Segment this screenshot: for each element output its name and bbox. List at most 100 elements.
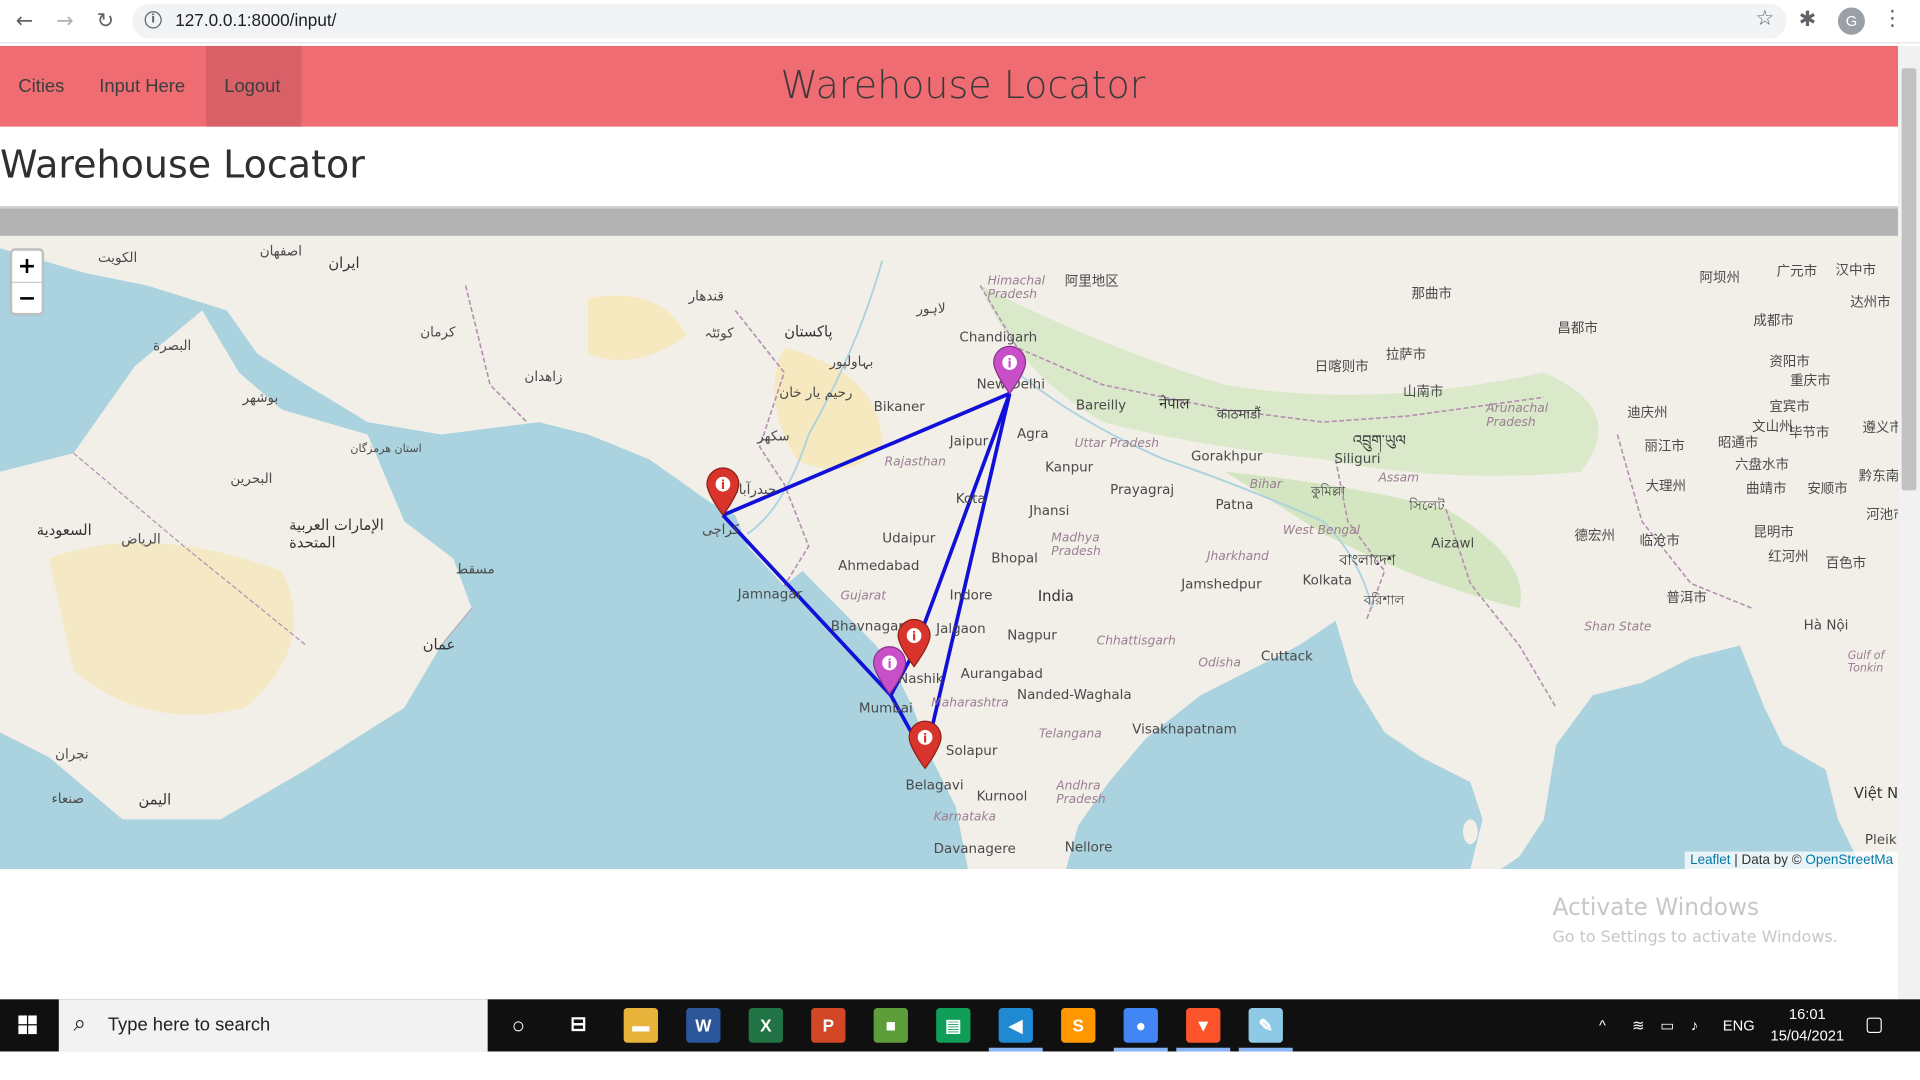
file-explorer-icon[interactable]: ▬ [623,1008,658,1043]
city-label: البصرة [153,337,192,354]
region-label: Karnataka [933,810,997,825]
city-label: Jaipur [949,433,989,450]
powerpoint-icon[interactable]: P [811,1008,846,1043]
show-hidden-icons-icon[interactable]: ^ [1599,999,1606,1051]
nav-link-logout[interactable]: Logout [205,45,302,127]
city-label: Aizawl [1431,535,1475,552]
city-label: 资阳市 [1769,353,1810,370]
notification-icon[interactable]: ▢ [1865,999,1884,1051]
browser-menu-icon[interactable]: ⋮ [1882,6,1903,31]
osm-link[interactable]: OpenStreetMa [1805,853,1893,868]
scrollbar-thumb[interactable] [1901,68,1917,491]
paint-icon[interactable]: ✎ [1248,1008,1283,1043]
map-attribution: Leaflet | Data by © OpenStreetMa [1685,851,1898,869]
warehouse-marker-karachi[interactable]: i [705,467,742,517]
city-label: 曲靖市 [1746,480,1787,497]
city-label: Belagavi [905,777,964,794]
city-label: 日喀则市 [1314,358,1369,375]
leaflet-link[interactable]: Leaflet [1690,853,1730,868]
city-label: مسقط [455,561,495,578]
network-icon[interactable]: ≋ [1632,999,1644,1051]
forward-icon[interactable]: → [51,7,78,34]
country-label: پاکستان [784,322,833,341]
city-label: Bhavnagar [830,618,904,635]
nav-link-cities[interactable]: Cities [0,46,83,127]
profile-avatar[interactable]: G [1837,7,1865,35]
city-label: Nagpur [1007,626,1057,644]
activation-watermark-title: Activate Windows [1552,893,1760,922]
warehouse-marker-belagavi[interactable]: i [907,720,944,770]
city-label: Davanagere [933,840,1016,857]
city-label: 红河州 [1768,548,1809,565]
region-label: Gujarat [840,589,887,604]
store-icon[interactable]: ■ [873,1008,908,1043]
city-label: اصفهان [259,243,302,260]
sheets-icon[interactable]: ▤ [936,1008,971,1043]
city-label: Chandigarh [959,328,1038,346]
region-label: Bihar [1249,477,1282,492]
back-icon[interactable]: ← [11,7,38,34]
city-label: 毕节市 [1788,424,1830,441]
word-icon[interactable]: W [686,1008,721,1043]
zoom-out-button[interactable]: − [12,283,41,314]
city-label: البحرين [230,470,273,487]
city-label: 昆明市 [1753,523,1794,541]
windows-taskbar: ⌕ Type here to search ○ ⊟ ▬ W X P ■ ▤ ◀ S ● ▼ ✎ ^ … [0,999,1920,1052]
hub-marker-newdelhi[interactable]: i [991,345,1028,395]
top-navbar: Cities Input Here Logout Warehouse Locat… [0,45,1898,127]
attribution-separator: | Data by © [1730,852,1806,868]
nav-link-input-here[interactable]: Input Here [81,46,204,127]
brave-icon[interactable]: ▼ [1186,1008,1221,1043]
country-label: India [1037,587,1074,605]
battery-icon[interactable]: ▭ [1660,999,1674,1051]
city-label: 阿坝州 [1699,269,1740,286]
bookmark-star-icon[interactable]: ☆ [1756,6,1775,31]
page-scrollbar[interactable] [1897,45,1920,1000]
city-label: بوشهر [242,389,279,406]
city-label: Aurangabad [960,665,1043,682]
city-label: সিলেট [1409,497,1445,514]
taskbar-search[interactable]: ⌕ Type here to search [58,999,488,1052]
task-view-icon[interactable]: ⊟ [561,1008,595,1043]
city-label: বরিশাল [1363,592,1405,609]
city-label: 汉中市 [1835,261,1876,279]
address-bar[interactable]: i 127.0.0.1:8000/input/ ☆ [132,3,1787,39]
city-label: Hà Nội [1803,616,1849,634]
city-label: Patna [1215,496,1254,513]
chrome-icon[interactable]: ● [1123,1008,1158,1043]
start-icon[interactable] [0,999,56,1051]
zoom-in-button[interactable]: + [12,251,42,284]
city-label: Kota [955,490,986,507]
city-label: 丽江市 [1644,438,1685,455]
volume-icon[interactable]: ♪ [1691,999,1698,1051]
city-label: زاهدان [524,368,563,385]
city-label: 安顺市 [1807,480,1848,497]
city-label: Kurnool [976,788,1028,805]
city-label: 文山州 [1752,418,1793,435]
excel-icon[interactable]: X [748,1008,783,1043]
svg-text:i: i [912,629,916,643]
cortana-icon[interactable]: ○ [501,1008,535,1043]
taskbar-clock[interactable]: 16:01 15/04/2021 [1758,1004,1856,1046]
vscode-icon[interactable]: ◀ [998,1008,1033,1043]
map-view[interactable]: New Delhi Chandigarh Bikaner Jaipur Agra… [0,235,1898,869]
city-label: 阿里地区 [1064,273,1119,290]
region-label: Telangana [1039,727,1102,742]
extensions-icon[interactable]: ✱ [1799,7,1816,32]
hub-marker-mumbai[interactable]: i [871,646,908,696]
city-label: Pleik [1864,831,1897,848]
city-label: الرياض [121,531,161,548]
site-info-icon[interactable]: i [144,11,162,29]
city-label: Gorakhpur [1190,448,1263,465]
reload-icon[interactable]: ↻ [92,7,119,34]
region-label: Arunachal Pradesh [1486,402,1549,430]
language-indicator[interactable]: ENG [1723,999,1755,1051]
svg-text:i: i [887,657,891,671]
clock-date: 15/04/2021 [1770,1026,1845,1045]
city-label: 迪庆州 [1627,404,1668,421]
region-label: Gulf of Tonkin [1847,650,1885,676]
region-label: Maharashtra [931,696,1009,711]
sublime-icon[interactable]: S [1061,1008,1096,1043]
city-label: کرمان [420,324,456,341]
country-label: السعودية [36,521,92,539]
